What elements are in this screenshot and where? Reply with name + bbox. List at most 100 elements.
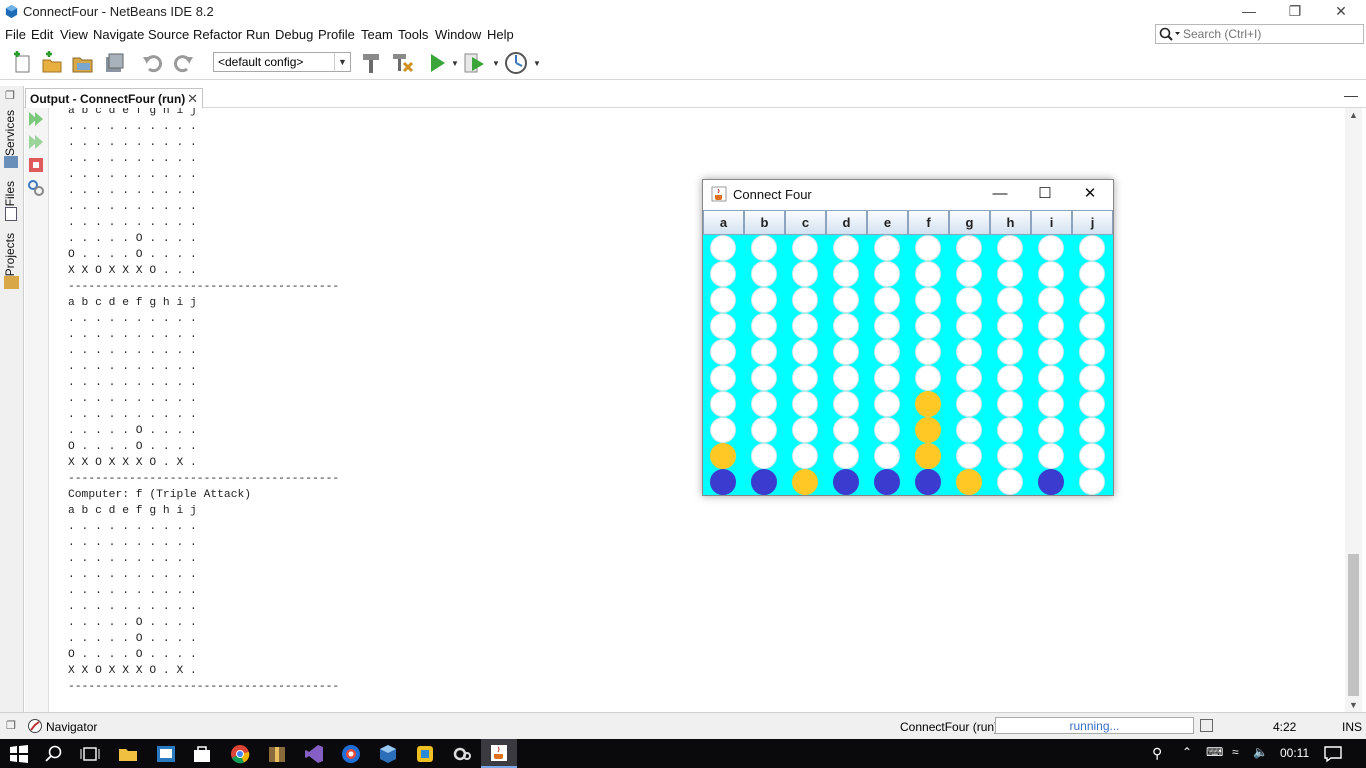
column-button-g[interactable]: g (949, 210, 990, 235)
minimize-panel-button[interactable]: — (1344, 88, 1358, 102)
menu-team[interactable]: Team (361, 27, 393, 42)
files-icon[interactable] (5, 207, 17, 221)
browser-icon[interactable] (341, 744, 361, 764)
restore-window-button[interactable]: ❐ (1272, 0, 1318, 23)
menu-refactor[interactable]: Refactor (193, 27, 242, 42)
search-box[interactable] (1155, 24, 1364, 44)
rerun-icon[interactable] (27, 110, 45, 128)
archive-icon[interactable] (267, 744, 287, 764)
navigator-icon[interactable] (27, 718, 43, 734)
empty-cell (751, 339, 777, 365)
menu-edit[interactable]: Edit (31, 27, 53, 42)
windows-start-icon[interactable] (9, 744, 29, 764)
new-file-icon[interactable] (10, 51, 34, 75)
column-button-d[interactable]: d (826, 210, 867, 235)
game-close-button[interactable]: ✕ (1067, 180, 1113, 208)
empty-cell (956, 287, 982, 313)
menu-view[interactable]: View (60, 27, 88, 42)
notifications-icon[interactable] (1323, 744, 1343, 764)
task-view-icon[interactable] (80, 744, 100, 764)
services-icon[interactable] (4, 156, 18, 168)
column-button-h[interactable]: h (990, 210, 1031, 235)
empty-cell (1038, 313, 1064, 339)
vertical-scrollbar[interactable]: ▲ ▼ (1345, 108, 1362, 712)
column-button-b[interactable]: b (744, 210, 785, 235)
navigator-tab[interactable]: Navigator (46, 720, 97, 734)
restore-group-icon[interactable]: ❐ (5, 89, 15, 102)
output-console[interactable]: a b c d e f g h i j . . . . . . . . . . . … (50, 108, 1344, 712)
debug-project-icon[interactable] (463, 51, 487, 75)
blue-disc (833, 469, 859, 495)
close-tab-icon[interactable]: ✕ (187, 91, 198, 107)
tab-files[interactable]: Files (3, 181, 17, 206)
run-dropdown-arrow-icon[interactable]: ▼ (451, 59, 459, 68)
menu-profile[interactable]: Profile (318, 27, 355, 42)
console-line: . . . . . . . . . . (68, 201, 197, 213)
chrome-icon[interactable] (230, 744, 250, 764)
column-button-c[interactable]: c (785, 210, 826, 235)
search-icon[interactable] (1158, 26, 1182, 42)
game-minimize-button[interactable]: — (977, 180, 1023, 208)
build-hammer-icon[interactable] (359, 51, 383, 75)
menu-run[interactable]: Run (246, 27, 270, 42)
clean-build-icon[interactable] (390, 51, 414, 75)
column-button-j[interactable]: j (1072, 210, 1113, 235)
close-window-button[interactable]: ✕ (1318, 0, 1364, 23)
netbeans-taskbar-icon[interactable] (156, 744, 176, 764)
settings-icon[interactable] (27, 179, 45, 197)
tab-projects[interactable]: Projects (3, 233, 17, 276)
volume-icon[interactable]: 🔈 (1253, 745, 1268, 759)
profile-dropdown-arrow-icon[interactable]: ▼ (533, 59, 541, 68)
menu-debug[interactable]: Debug (275, 27, 313, 42)
open-project-icon[interactable] (71, 51, 95, 75)
people-icon[interactable]: ⚲ (1152, 745, 1162, 762)
column-button-f[interactable]: f (908, 210, 949, 235)
run-project-icon[interactable] (426, 51, 450, 75)
empty-cell (751, 391, 777, 417)
chevron-down-icon[interactable]: ▼ (334, 53, 350, 71)
tab-output[interactable]: Output - ConnectFour (run) ✕ (25, 88, 203, 108)
app-icon[interactable] (415, 744, 435, 764)
menu-navigate[interactable]: Navigate (93, 27, 144, 42)
scrollbar-thumb[interactable] (1348, 554, 1359, 696)
yellow-disc (915, 391, 941, 417)
menu-help[interactable]: Help (487, 27, 514, 42)
stop-icon[interactable] (27, 156, 45, 174)
virtualbox-icon[interactable] (378, 744, 398, 764)
undo-icon[interactable] (141, 51, 165, 75)
column-button-a[interactable]: a (703, 210, 744, 235)
wifi-icon[interactable]: ≈ (1232, 745, 1239, 759)
menu-file[interactable]: File (5, 27, 26, 42)
column-button-e[interactable]: e (867, 210, 908, 235)
empty-cell (792, 313, 818, 339)
column-button-i[interactable]: i (1031, 210, 1072, 235)
cancel-process-icon[interactable] (1200, 719, 1213, 732)
search-input[interactable] (1183, 25, 1361, 43)
redo-icon[interactable] (171, 51, 195, 75)
scroll-down-icon[interactable]: ▼ (1345, 698, 1362, 712)
new-project-icon[interactable] (40, 51, 64, 75)
visual-studio-icon[interactable] (304, 744, 324, 764)
restore-group-icon[interactable]: ❐ (6, 719, 16, 732)
taskbar-clock[interactable]: 00:11 (1280, 746, 1309, 760)
settings-gear-icon[interactable] (452, 744, 472, 764)
menu-window[interactable]: Window (435, 27, 481, 42)
tab-services[interactable]: Services (3, 110, 17, 156)
menu-source[interactable]: Source (148, 27, 189, 42)
input-method-icon[interactable]: ⌨ (1206, 745, 1223, 759)
debug-dropdown-arrow-icon[interactable]: ▼ (492, 59, 500, 68)
save-all-icon[interactable] (102, 51, 126, 75)
java-app-taskbar-button[interactable] (481, 739, 517, 768)
projects-icon[interactable] (4, 276, 19, 289)
file-explorer-icon[interactable] (118, 744, 138, 764)
menu-tools[interactable]: Tools (398, 27, 428, 42)
minimize-window-button[interactable]: — (1226, 0, 1272, 23)
game-maximize-button[interactable]: ☐ (1022, 180, 1068, 208)
profile-project-icon[interactable] (504, 51, 528, 75)
rerun-with-params-icon[interactable] (27, 133, 45, 151)
scroll-up-icon[interactable]: ▲ (1345, 108, 1362, 122)
chevron-up-icon[interactable]: ⌃ (1182, 745, 1192, 759)
config-select[interactable]: <default config> ▼ (213, 52, 351, 72)
search-icon[interactable] (44, 744, 64, 764)
store-icon[interactable] (192, 744, 212, 764)
